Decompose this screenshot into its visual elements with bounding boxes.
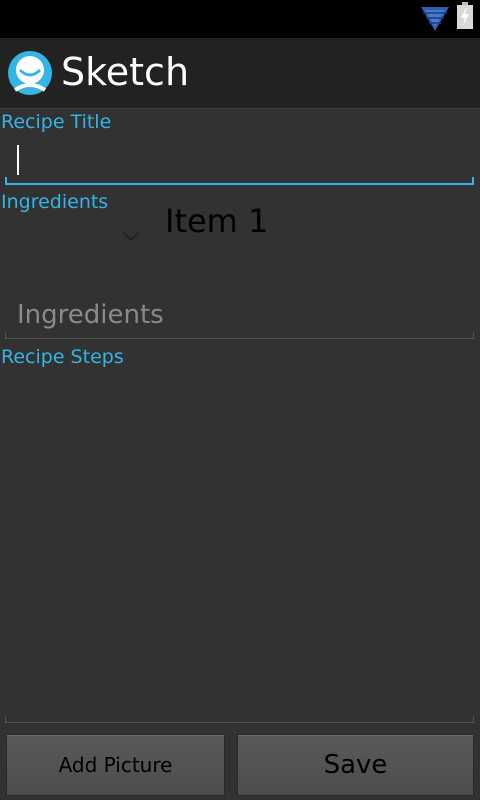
text-cursor bbox=[17, 145, 19, 175]
recipe-title-input[interactable] bbox=[5, 143, 474, 185]
wifi-icon bbox=[421, 7, 449, 31]
app-logo-icon[interactable] bbox=[7, 50, 53, 96]
battery-charging-icon bbox=[457, 2, 473, 29]
save-button[interactable]: Save bbox=[237, 734, 474, 796]
add-picture-button[interactable]: Add Picture bbox=[6, 734, 225, 796]
recipe-steps-label: Recipe Steps bbox=[1, 346, 124, 368]
ingredients-placeholder: Ingredients bbox=[17, 300, 164, 330]
recipe-title-label: Recipe Title bbox=[1, 111, 112, 133]
chevron-down-icon bbox=[122, 231, 140, 242]
recipe-steps-input[interactable] bbox=[5, 372, 474, 723]
app-title: Sketch bbox=[61, 50, 190, 94]
action-bar: Sketch bbox=[0, 38, 480, 109]
status-bar bbox=[0, 0, 480, 38]
ingredients-spinner-value: Item 1 bbox=[165, 202, 269, 240]
ingredients-input[interactable]: Ingredients bbox=[5, 298, 474, 339]
